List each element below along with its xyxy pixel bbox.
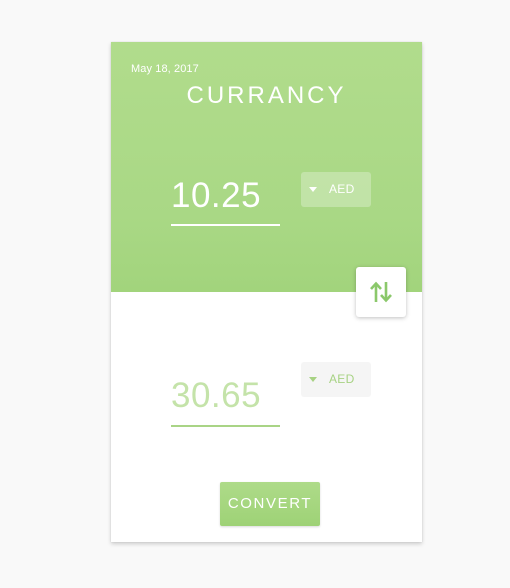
page-title: CURRANCY xyxy=(186,82,347,109)
caret-down-icon xyxy=(309,377,317,382)
convert-button-label: CONVERT xyxy=(227,495,313,512)
card-header-panel: May 18, 2017 CURRANCY 10.25 AED xyxy=(111,42,422,292)
currency-card: May 18, 2017 CURRANCY 10.25 AED 30.65 AE… xyxy=(111,42,422,542)
to-amount-value: 30.65 xyxy=(171,376,262,415)
to-currency-select[interactable]: AED xyxy=(301,362,371,397)
from-currency-label: AED xyxy=(329,182,355,196)
to-currency-label: AED xyxy=(329,372,355,386)
to-amount-input[interactable]: 30.65 xyxy=(171,374,280,427)
date-label: May 18, 2017 xyxy=(131,63,199,75)
convert-button[interactable]: CONVERT xyxy=(220,482,320,526)
caret-down-icon xyxy=(309,187,317,192)
from-amount-input[interactable]: 10.25 xyxy=(171,174,280,226)
swap-button[interactable] xyxy=(356,267,406,317)
swap-vertical-arrows-icon xyxy=(370,281,392,303)
from-currency-select[interactable]: AED xyxy=(301,172,371,207)
from-amount-value: 10.25 xyxy=(171,176,262,215)
